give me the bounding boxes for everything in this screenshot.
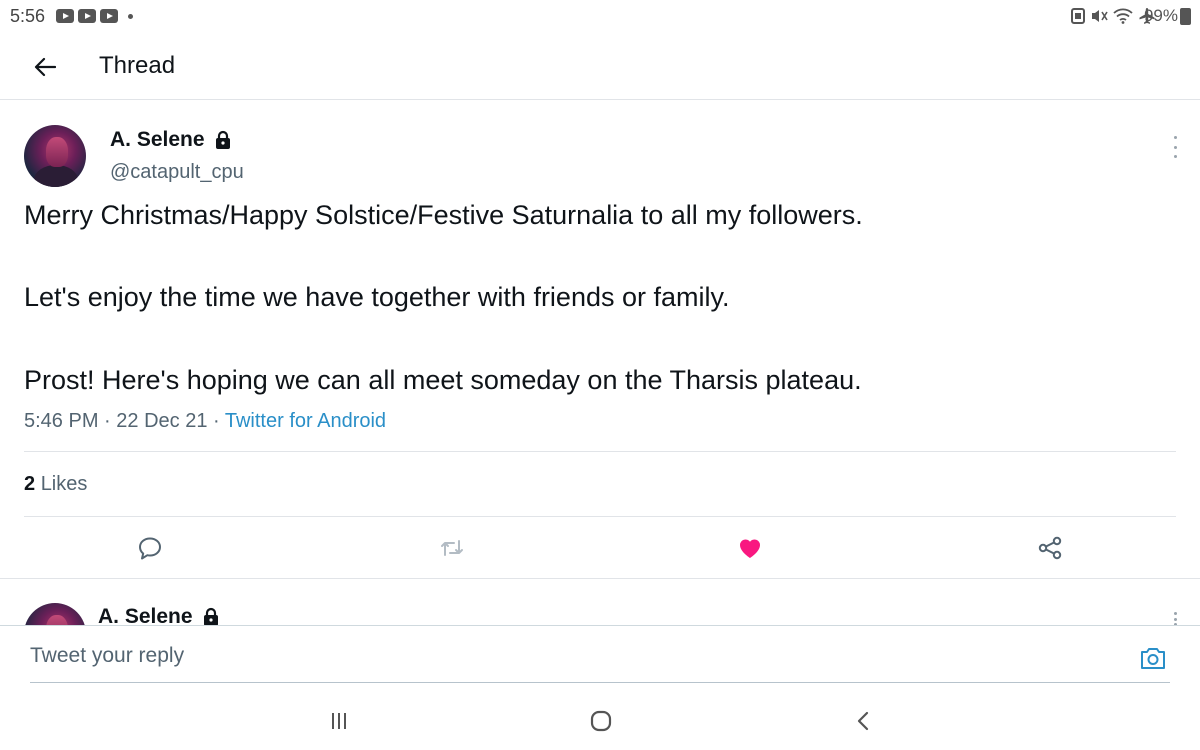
divider [24, 451, 1176, 452]
tweet-text-line: Let's enjoy the time we have together wi… [24, 282, 730, 312]
status-time: 5:56 [10, 6, 46, 26]
meta-separator: · [104, 410, 117, 432]
notification-icons [56, 9, 133, 23]
share-button[interactable] [1036, 534, 1064, 562]
camera-icon[interactable] [1139, 645, 1167, 671]
back-icon[interactable] [848, 706, 878, 736]
reply-icon [139, 537, 161, 560]
status-bar: 5:56 99% [0, 0, 1200, 34]
back-arrow-icon[interactable] [28, 50, 62, 84]
divider [24, 516, 1176, 517]
recents-icon[interactable] [324, 706, 354, 736]
tweet-meta: 5:46 PM · 22 Dec 21 · Twitter for Androi… [24, 410, 386, 433]
display-name[interactable]: A. Selene [110, 128, 233, 152]
youtube-icon [56, 9, 74, 23]
tweet-source-link[interactable]: Twitter for Android [225, 410, 386, 432]
retweet-button[interactable] [438, 534, 466, 562]
tweet-date: 22 Dec 21 [116, 410, 208, 432]
display-name-text: A. Selene [110, 128, 205, 151]
likes-number: 2 [24, 473, 36, 495]
reply-underline [30, 682, 1170, 683]
lock-icon [213, 130, 233, 150]
system-nav-bar [0, 690, 1200, 750]
dot-icon [128, 13, 133, 19]
tweet-text-line: Merry Christmas/Happy Solstice/Festive S… [24, 200, 863, 230]
retweet-icon [441, 540, 463, 556]
avatar[interactable] [24, 125, 86, 187]
tweet-time: 5:46 PM [24, 410, 99, 432]
tweet-text-line: Prost! Here's hoping we can all meet som… [24, 365, 862, 395]
battery-percent: 99% [1143, 6, 1178, 25]
wifi-icon [1113, 8, 1133, 29]
youtube-icon [100, 9, 118, 23]
nfc-icon [1071, 8, 1085, 29]
home-icon[interactable] [586, 706, 616, 736]
likes-count[interactable]: 2 Likes [24, 473, 87, 496]
likes-label: Likes [40, 473, 88, 495]
battery-icon [1180, 8, 1191, 25]
divider [0, 578, 1200, 579]
app-header: Thread [0, 34, 1200, 100]
lock-icon [201, 607, 221, 627]
page-title: Thread [99, 52, 176, 79]
mute-icon [1090, 8, 1108, 29]
youtube-icon [78, 9, 96, 23]
reply-composer [0, 625, 1200, 687]
user-handle[interactable]: @catapult_cpu [110, 161, 244, 184]
more-options-icon[interactable] [1170, 136, 1180, 158]
reply-button[interactable] [136, 534, 164, 562]
share-icon [1038, 536, 1062, 560]
meta-separator: · [213, 410, 225, 432]
reply-input[interactable] [30, 644, 1130, 668]
avatar-body [34, 165, 78, 187]
heart-filled-icon [739, 539, 761, 558]
more-options-icon[interactable] [1170, 612, 1180, 626]
avatar-face [46, 137, 68, 167]
like-button[interactable] [736, 534, 764, 562]
